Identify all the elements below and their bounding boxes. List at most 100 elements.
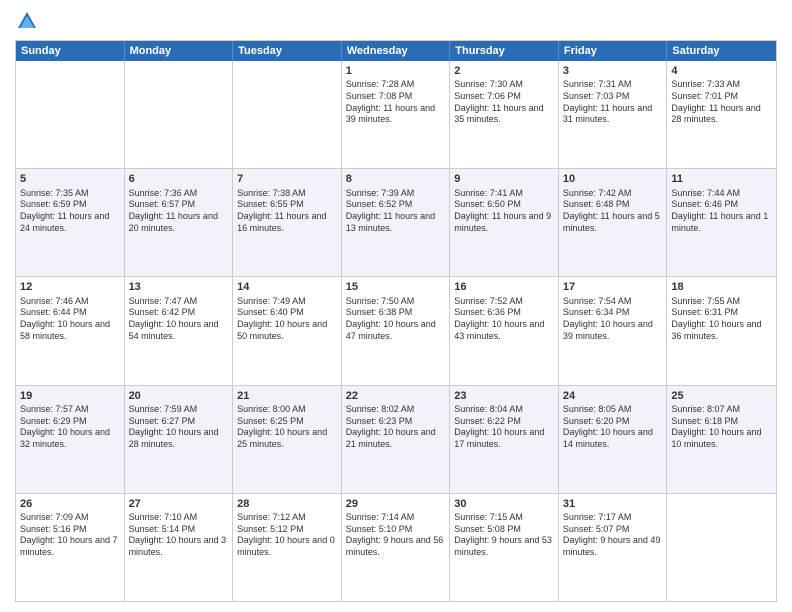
calendar-cell: 22Sunrise: 8:02 AM Sunset: 6:23 PM Dayli…: [342, 386, 451, 493]
day-number: 20: [129, 389, 229, 403]
calendar-cell: [16, 61, 125, 168]
day-info: Sunrise: 8:02 AM Sunset: 6:23 PM Dayligh…: [346, 404, 446, 451]
calendar-cell: 13 Sunrise: 7:47 AM Sunset: 6:42 PM Dayli…: [125, 277, 234, 384]
day-info: Sunrise: 7:14 AM Sunset: 5:10 PM Dayligh…: [346, 512, 446, 559]
day-info: Sunrise: 7:30 AM Sunset: 7:06 PM Dayligh…: [454, 79, 554, 126]
calendar-row: 26Sunrise: 7:09 AM Sunset: 5:16 PM Dayli…: [16, 493, 776, 601]
day-info: Sunrise: 7:49 AM Sunset: 6:40 PM Dayligh…: [237, 296, 337, 343]
day-number: 19: [20, 389, 120, 403]
day-number: 2: [454, 64, 554, 78]
day-number: 18: [671, 280, 772, 294]
day-number: 17: [563, 280, 663, 294]
day-info: Sunrise: 7:10 AM Sunset: 5:14 PM Dayligh…: [129, 512, 229, 559]
calendar-cell: [667, 494, 776, 601]
calendar-cell: 7 Sunrise: 7:38 AM Sunset: 6:55 PM Daylig…: [233, 169, 342, 276]
calendar-cell: 11 Sunrise: 7:44 AM Sunset: 6:46 PM Dayli…: [667, 169, 776, 276]
day-info: Sunrise: 7:38 AM Sunset: 6:55 PM Dayligh…: [237, 188, 337, 235]
calendar-row: 12 Sunrise: 7:46 AM Sunset: 6:44 PM Dayli…: [16, 276, 776, 384]
day-number: 7: [237, 172, 337, 186]
calendar-cell: 10 Sunrise: 7:42 AM Sunset: 6:48 PM Dayli…: [559, 169, 668, 276]
calendar-cell: 17 Sunrise: 7:54 AM Sunset: 6:34 PM Dayli…: [559, 277, 668, 384]
calendar-cell: 2Sunrise: 7:30 AM Sunset: 7:06 PM Daylig…: [450, 61, 559, 168]
day-number: 21: [237, 389, 337, 403]
calendar-cell: 18 Sunrise: 7:55 AM Sunset: 6:31 PM Dayli…: [667, 277, 776, 384]
day-number: 14: [237, 280, 337, 294]
day-number: 8: [346, 172, 446, 186]
day-info: Sunrise: 8:07 AM Sunset: 6:18 PM Dayligh…: [671, 404, 772, 451]
day-info: Sunrise: 7:36 AM Sunset: 6:57 PM Dayligh…: [129, 188, 229, 235]
logo: [15, 10, 39, 32]
calendar-cell: 15 Sunrise: 7:50 AM Sunset: 6:38 PM Dayli…: [342, 277, 451, 384]
calendar-cell: 12 Sunrise: 7:46 AM Sunset: 6:44 PM Dayli…: [16, 277, 125, 384]
calendar-cell: 3Sunrise: 7:31 AM Sunset: 7:03 PM Daylig…: [559, 61, 668, 168]
calendar-row: 5Sunrise: 7:35 AM Sunset: 6:59 PM Daylig…: [16, 168, 776, 276]
day-number: 11: [671, 172, 772, 186]
day-info: Sunrise: 7:35 AM Sunset: 6:59 PM Dayligh…: [20, 188, 120, 235]
calendar-row: 1Sunrise: 7:28 AM Sunset: 7:08 PM Daylig…: [16, 61, 776, 168]
day-info: Sunrise: 7:33 AM Sunset: 7:01 PM Dayligh…: [671, 79, 772, 126]
calendar-cell: 5Sunrise: 7:35 AM Sunset: 6:59 PM Daylig…: [16, 169, 125, 276]
day-info: Sunrise: 7:47 AM Sunset: 6:42 PM Dayligh…: [129, 296, 229, 343]
calendar-cell: 25Sunrise: 8:07 AM Sunset: 6:18 PM Dayli…: [667, 386, 776, 493]
calendar-cell: [233, 61, 342, 168]
day-number: 15: [346, 280, 446, 294]
day-info: Sunrise: 7:54 AM Sunset: 6:34 PM Dayligh…: [563, 296, 663, 343]
weekday-header: Saturday: [667, 41, 776, 61]
header: [15, 10, 777, 32]
day-info: Sunrise: 7:28 AM Sunset: 7:08 PM Dayligh…: [346, 79, 446, 126]
day-number: 30: [454, 497, 554, 511]
day-number: 28: [237, 497, 337, 511]
calendar-cell: 19Sunrise: 7:57 AM Sunset: 6:29 PM Dayli…: [16, 386, 125, 493]
weekday-header: Tuesday: [233, 41, 342, 61]
day-info: Sunrise: 7:09 AM Sunset: 5:16 PM Dayligh…: [20, 512, 120, 559]
weekday-header: Friday: [559, 41, 668, 61]
day-info: Sunrise: 7:15 AM Sunset: 5:08 PM Dayligh…: [454, 512, 554, 559]
day-info: Sunrise: 8:00 AM Sunset: 6:25 PM Dayligh…: [237, 404, 337, 451]
calendar-cell: 1Sunrise: 7:28 AM Sunset: 7:08 PM Daylig…: [342, 61, 451, 168]
weekday-header: Thursday: [450, 41, 559, 61]
day-number: 31: [563, 497, 663, 511]
calendar-cell: 20Sunrise: 7:59 AM Sunset: 6:27 PM Dayli…: [125, 386, 234, 493]
day-info: Sunrise: 7:31 AM Sunset: 7:03 PM Dayligh…: [563, 79, 663, 126]
day-number: 10: [563, 172, 663, 186]
day-info: Sunrise: 8:05 AM Sunset: 6:20 PM Dayligh…: [563, 404, 663, 451]
calendar-cell: 8Sunrise: 7:39 AM Sunset: 6:52 PM Daylig…: [342, 169, 451, 276]
calendar-cell: 23Sunrise: 8:04 AM Sunset: 6:22 PM Dayli…: [450, 386, 559, 493]
calendar-cell: 4Sunrise: 7:33 AM Sunset: 7:01 PM Daylig…: [667, 61, 776, 168]
logo-general: [15, 10, 39, 32]
calendar-cell: 9 Sunrise: 7:41 AM Sunset: 6:50 PM Daylig…: [450, 169, 559, 276]
day-number: 23: [454, 389, 554, 403]
day-info: Sunrise: 8:04 AM Sunset: 6:22 PM Dayligh…: [454, 404, 554, 451]
calendar-cell: 24Sunrise: 8:05 AM Sunset: 6:20 PM Dayli…: [559, 386, 668, 493]
calendar-cell: 14 Sunrise: 7:49 AM Sunset: 6:40 PM Dayli…: [233, 277, 342, 384]
day-info: Sunrise: 7:50 AM Sunset: 6:38 PM Dayligh…: [346, 296, 446, 343]
calendar-cell: 31Sunrise: 7:17 AM Sunset: 5:07 PM Dayli…: [559, 494, 668, 601]
calendar-cell: 30Sunrise: 7:15 AM Sunset: 5:08 PM Dayli…: [450, 494, 559, 601]
weekday-header: Wednesday: [342, 41, 451, 61]
day-info: Sunrise: 7:41 AM Sunset: 6:50 PM Dayligh…: [454, 188, 554, 235]
day-number: 24: [563, 389, 663, 403]
day-number: 4: [671, 64, 772, 78]
day-number: 13: [129, 280, 229, 294]
day-number: 9: [454, 172, 554, 186]
day-number: 6: [129, 172, 229, 186]
calendar-body: 1Sunrise: 7:28 AM Sunset: 7:08 PM Daylig…: [16, 61, 776, 601]
day-info: Sunrise: 7:55 AM Sunset: 6:31 PM Dayligh…: [671, 296, 772, 343]
calendar-cell: 21Sunrise: 8:00 AM Sunset: 6:25 PM Dayli…: [233, 386, 342, 493]
page: SundayMondayTuesdayWednesdayThursdayFrid…: [0, 0, 792, 612]
weekday-header: Monday: [125, 41, 234, 61]
day-number: 22: [346, 389, 446, 403]
calendar-cell: 6 Sunrise: 7:36 AM Sunset: 6:57 PM Daylig…: [125, 169, 234, 276]
day-number: 27: [129, 497, 229, 511]
day-number: 29: [346, 497, 446, 511]
day-number: 12: [20, 280, 120, 294]
calendar-cell: 26Sunrise: 7:09 AM Sunset: 5:16 PM Dayli…: [16, 494, 125, 601]
day-number: 26: [20, 497, 120, 511]
calendar-cell: 28Sunrise: 7:12 AM Sunset: 5:12 PM Dayli…: [233, 494, 342, 601]
day-info: Sunrise: 7:44 AM Sunset: 6:46 PM Dayligh…: [671, 188, 772, 235]
day-number: 25: [671, 389, 772, 403]
day-info: Sunrise: 7:46 AM Sunset: 6:44 PM Dayligh…: [20, 296, 120, 343]
day-info: Sunrise: 7:42 AM Sunset: 6:48 PM Dayligh…: [563, 188, 663, 235]
calendar-cell: 27Sunrise: 7:10 AM Sunset: 5:14 PM Dayli…: [125, 494, 234, 601]
calendar: SundayMondayTuesdayWednesdayThursdayFrid…: [15, 40, 777, 602]
